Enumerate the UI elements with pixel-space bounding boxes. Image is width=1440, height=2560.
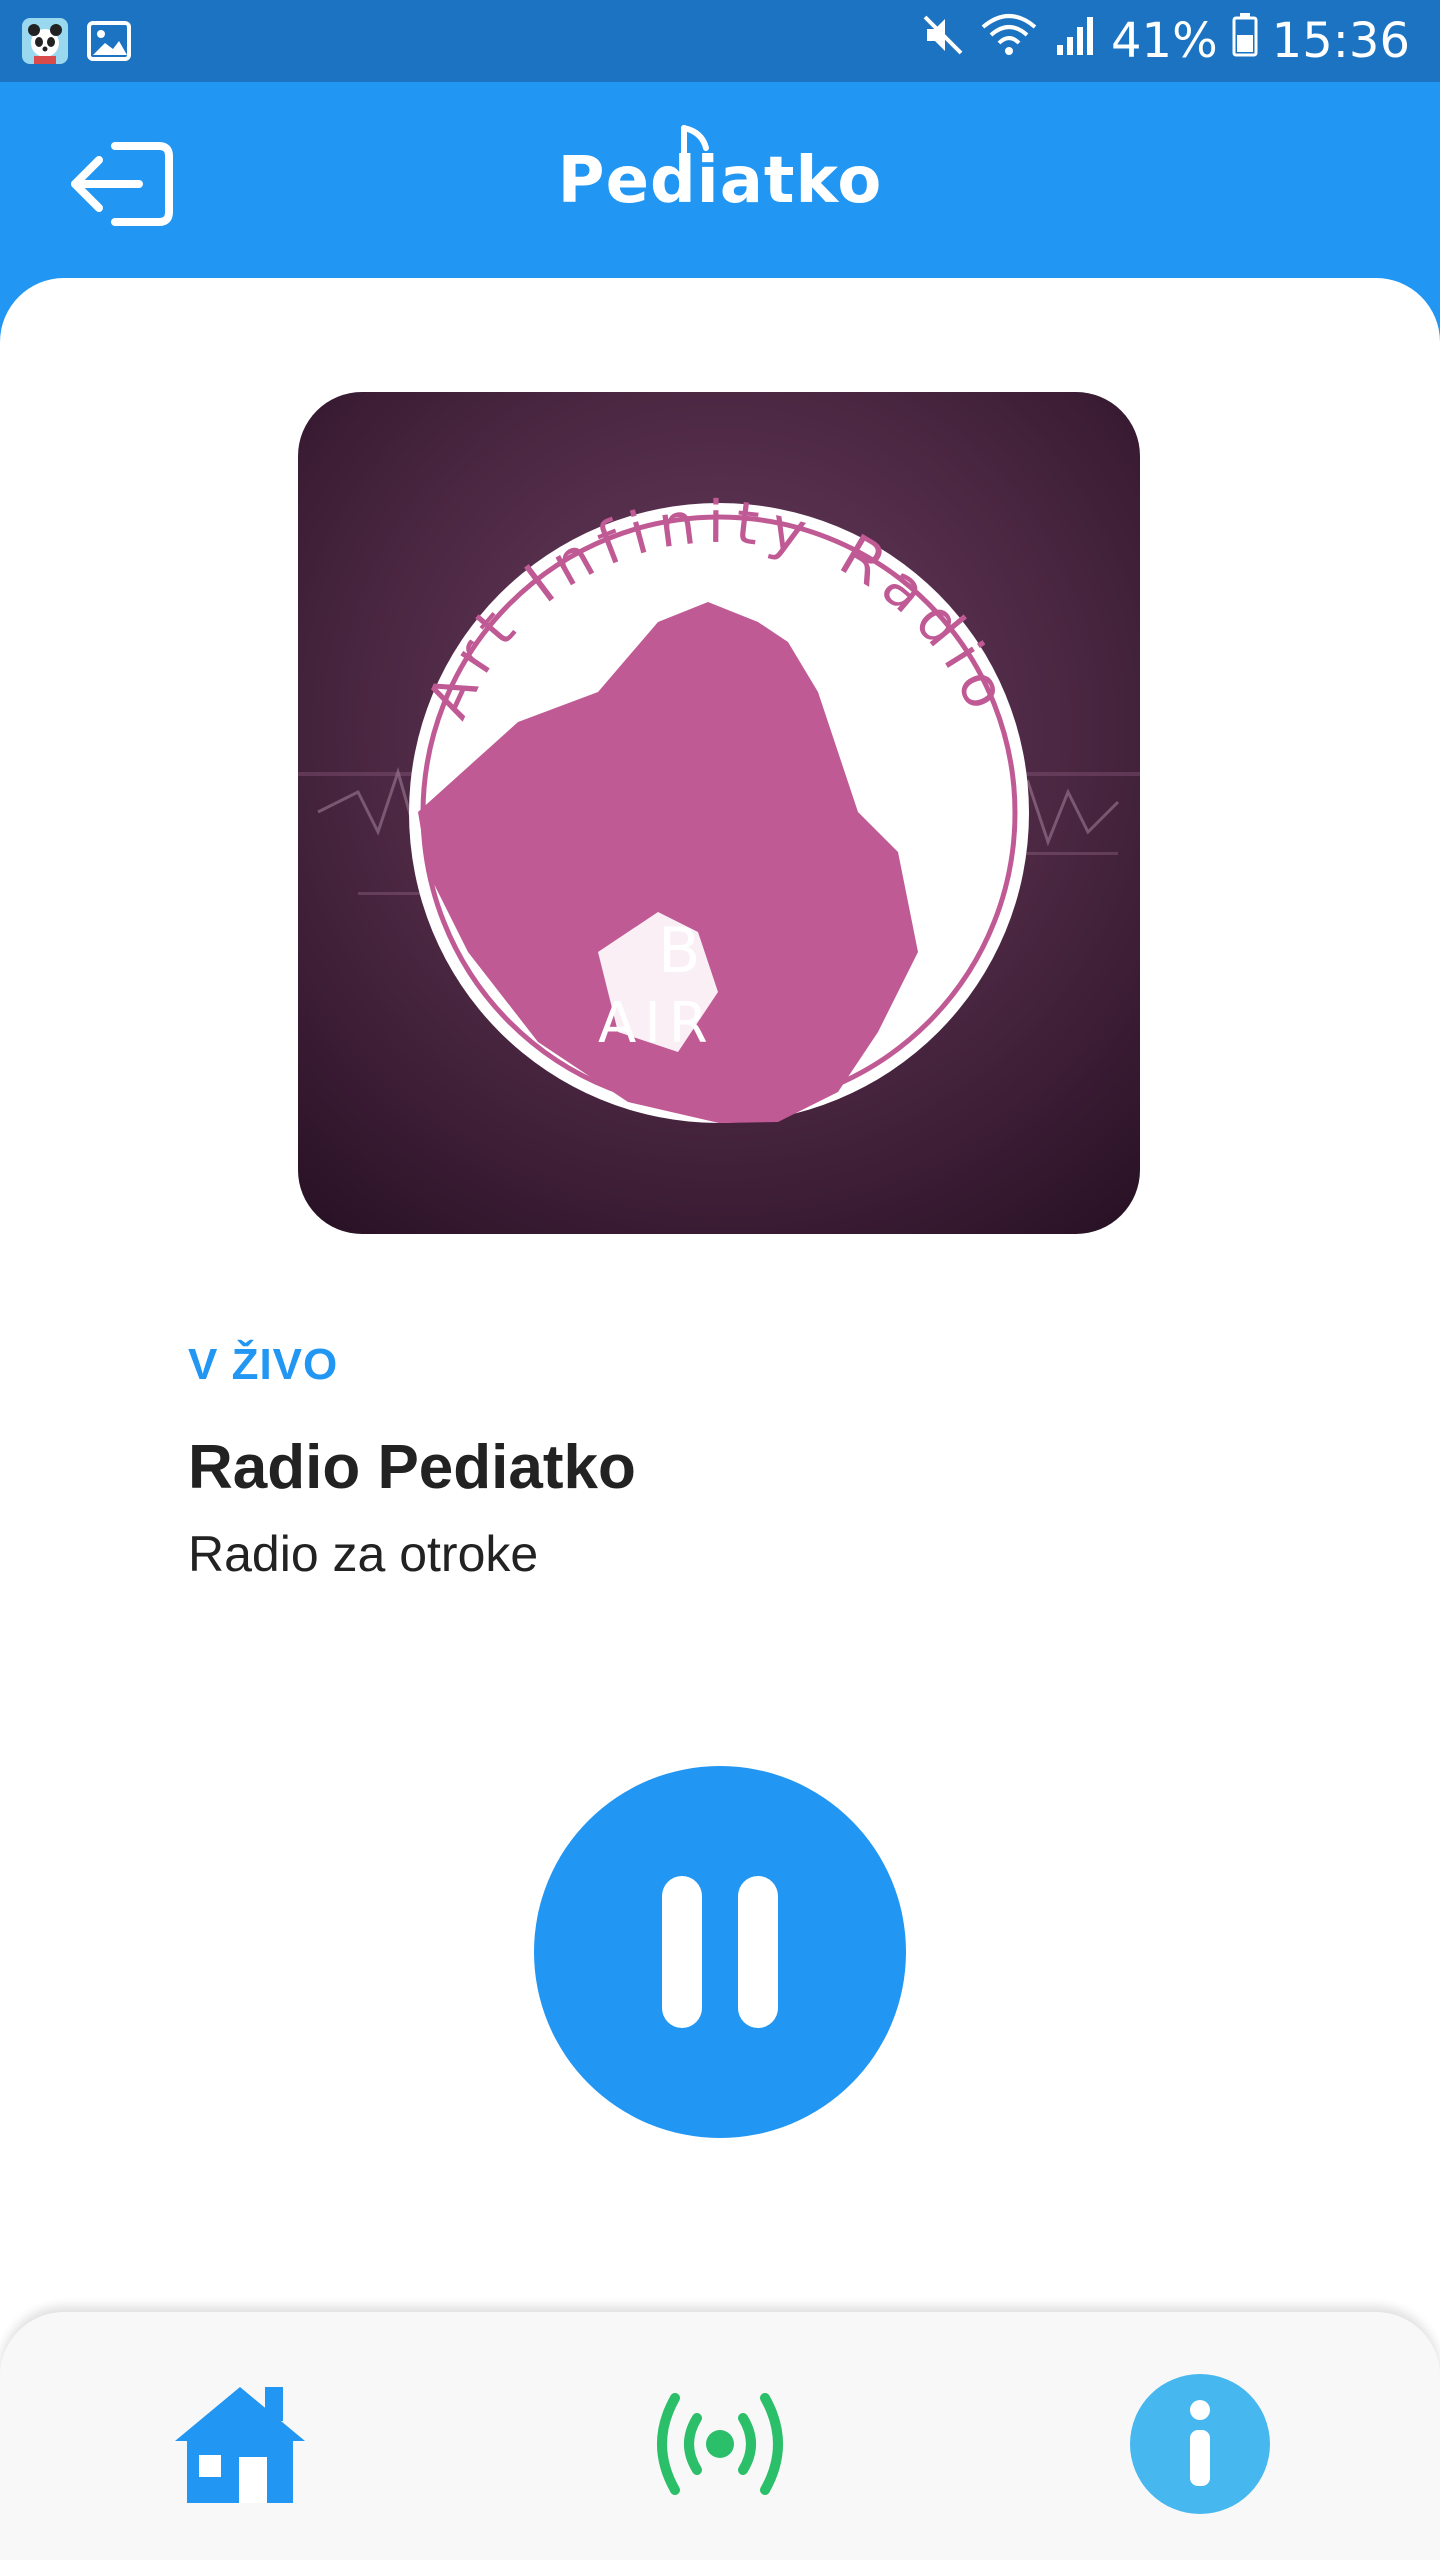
app-title: Pediatko: [557, 144, 883, 218]
main-content: Art Infinity Radio B AIR V ŽIVO Radio Pe…: [0, 278, 1440, 2560]
broadcast-icon: [657, 2393, 783, 2495]
status-bar: 41% 15:36: [0, 0, 1440, 82]
gallery-icon: [86, 18, 132, 64]
now-playing-info: V ŽIVO Radio Pediatko Radio za otroke: [188, 1340, 1288, 1583]
info-icon: [1130, 2374, 1270, 2514]
cover-badge-letter: B: [658, 914, 701, 987]
station-name: Radio Pediatko: [188, 1433, 636, 1502]
signal-icon: [1053, 13, 1097, 69]
live-label: V ŽIVO: [188, 1340, 339, 1389]
battery-percent: 41%: [1110, 13, 1218, 69]
home-icon: [175, 2387, 305, 2503]
app-bar: Pediatko: [0, 82, 1440, 282]
status-left: [22, 18, 132, 64]
mute-icon: [921, 13, 965, 69]
pause-icon: [662, 1876, 778, 2028]
nav-info[interactable]: [1120, 2364, 1280, 2524]
battery-icon: [1232, 13, 1258, 69]
panda-app-icon: [22, 18, 68, 64]
music-note-icon: [681, 125, 709, 175]
bottom-nav: [0, 2312, 1440, 2560]
nav-home[interactable]: [160, 2364, 320, 2524]
pause-button[interactable]: [534, 1766, 906, 2138]
status-right: 41% 15:36: [921, 10, 1410, 72]
nav-live-radio[interactable]: [640, 2364, 800, 2524]
station-description: Radio za otroke: [188, 1526, 539, 1582]
wifi-icon: [979, 11, 1039, 71]
station-cover-art: Art Infinity Radio B AIR: [298, 392, 1140, 1234]
clock: 15:36: [1271, 13, 1410, 69]
cover-badge-word: AIR: [598, 991, 716, 1056]
